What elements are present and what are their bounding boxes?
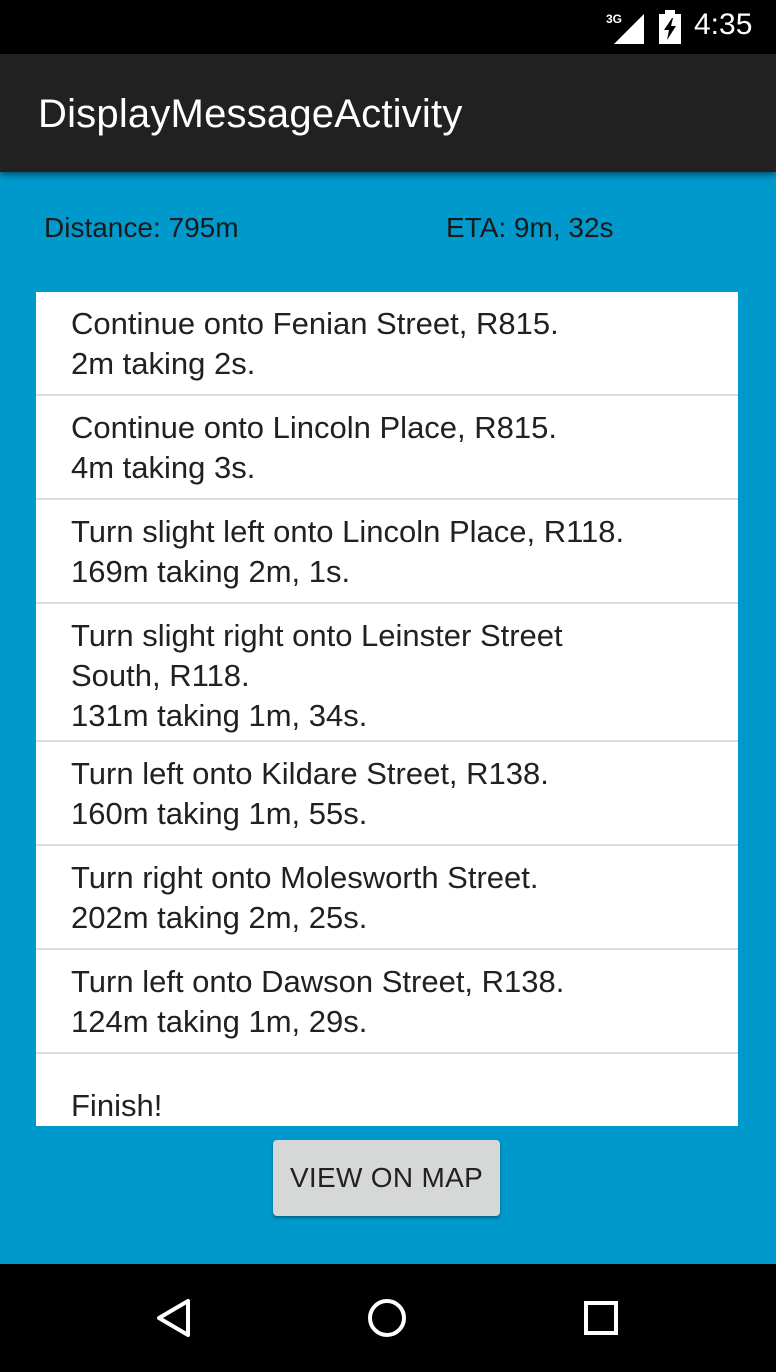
status-time: 4:35 [694, 8, 753, 41]
signal-icon [614, 14, 644, 44]
home-button[interactable] [357, 1288, 417, 1348]
home-icon [368, 1299, 406, 1337]
direction-text: Turn left onto Dawson Street, R138. 124m… [71, 964, 565, 1039]
eta-label: ETA: 9m, 32s [446, 212, 614, 243]
route-summary: Distance: 795m ETA: 9m, 32s [44, 212, 744, 252]
status-bar: 3G 4:35 [0, 0, 776, 54]
direction-text: Finish! [71, 1088, 163, 1123]
direction-item[interactable]: Turn slight right onto Leinster Street S… [36, 604, 738, 742]
back-icon [157, 1299, 190, 1337]
recents-button[interactable] [571, 1288, 631, 1348]
direction-item[interactable]: Turn slight left onto Lincoln Place, R11… [36, 500, 738, 604]
finish-item[interactable]: Finish! [36, 1054, 738, 1126]
direction-item[interactable]: Turn left onto Kildare Street, R138. 160… [36, 742, 738, 846]
directions-list[interactable]: Continue onto Fenian Street, R815. 2m ta… [36, 292, 738, 1126]
page-title: DisplayMessageActivity [38, 92, 463, 136]
direction-text: Continue onto Lincoln Place, R815. 4m ta… [71, 410, 557, 485]
content-area: Distance: 795m ETA: 9m, 32s Continue ont… [0, 172, 776, 1264]
recents-icon [584, 1301, 618, 1335]
direction-item[interactable]: Continue onto Fenian Street, R815. 2m ta… [36, 292, 738, 396]
battery-charging-icon [658, 10, 682, 44]
view-on-map-button[interactable]: VIEW ON MAP [273, 1140, 500, 1216]
direction-text: Turn right onto Molesworth Street. 202m … [71, 860, 539, 935]
navigation-bar [0, 1264, 776, 1372]
direction-item[interactable]: Turn left onto Dawson Street, R138. 124m… [36, 950, 738, 1054]
direction-text: Turn slight left onto Lincoln Place, R11… [71, 514, 625, 589]
direction-text: Turn slight right onto Leinster Street S… [71, 618, 563, 733]
direction-item[interactable]: Continue onto Lincoln Place, R815. 4m ta… [36, 396, 738, 500]
distance-label: Distance: 795m [44, 212, 239, 243]
network-indicator: 3G [606, 12, 646, 44]
direction-text: Turn left onto Kildare Street, R138. 160… [71, 756, 549, 831]
direction-item[interactable]: Turn right onto Molesworth Street. 202m … [36, 846, 738, 950]
back-button[interactable] [144, 1288, 204, 1348]
app-bar: DisplayMessageActivity [0, 54, 776, 172]
direction-text: Continue onto Fenian Street, R815. 2m ta… [71, 306, 559, 381]
